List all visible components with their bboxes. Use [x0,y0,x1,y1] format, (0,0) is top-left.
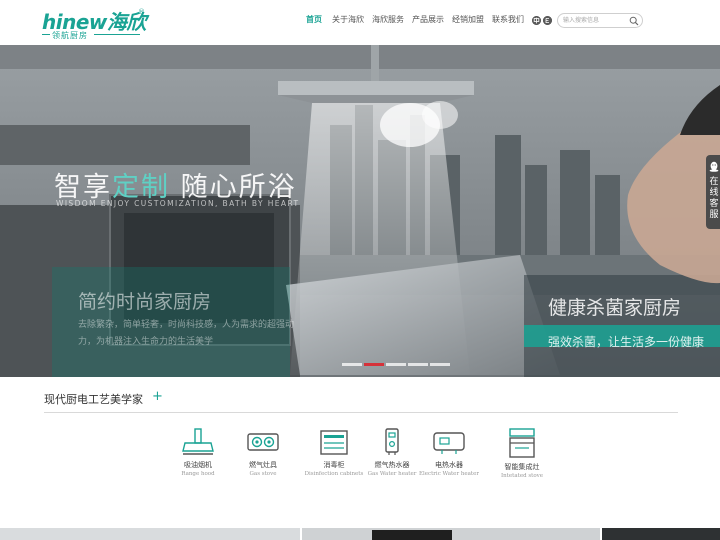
slider-dot-5[interactable] [430,363,450,366]
hero-left-title: 简约时尚家厨房 [78,291,212,313]
logo-rule-right [94,34,140,35]
integrated-stove-icon [509,428,535,458]
logo-tagline: 领航厨房 [52,31,88,40]
nav-item-contact[interactable]: 联系我们 [492,14,524,25]
search-box [557,13,643,28]
electric-water-heater-icon [433,432,465,454]
homepage: hinew海欣 ® 领航厨房 首页 关于海欣 海欣服务 产品展示 经销加盟 联系… [0,0,720,540]
slider-dot-2[interactable] [364,363,384,366]
nav-item-dealers[interactable]: 经销加盟 [452,14,484,25]
gas-stove-icon [247,433,279,451]
brand-logo[interactable]: hinew海欣 ® 领航厨房 [42,6,146,40]
category-cn-label: 燃气灶具 [249,461,277,469]
category-cn-label: 吸油烟机 [184,461,212,469]
category-range-hood[interactable]: 吸油烟机 Range hood [163,428,233,488]
search-input[interactable] [563,15,627,26]
product-showcase-strip [0,528,720,540]
gas-water-heater-icon [385,428,399,455]
section-divider [44,412,678,413]
nav-item-service[interactable]: 海欣服务 [372,14,404,25]
category-en-label: Range hood [181,471,215,477]
category-integrated-stove[interactable]: 智能集成灶 Intetated stove [487,428,557,488]
slider-dot-1[interactable] [342,363,362,366]
site-header: hinew海欣 ® 领航厨房 首页 关于海欣 海欣服务 产品展示 经销加盟 联系… [0,0,720,45]
search-icon[interactable] [629,16,639,26]
hero-left-text: 去除繁杂，简单轻奢，时尚科技感，人为需求的超强动力，为机器注入生命力的生活美学 [78,320,295,347]
chinese-language-icon[interactable] [532,16,541,25]
qq-penguin-icon [709,161,719,172]
hero-right-subtitle: 强效杀菌，让生活多一份健康 [548,335,705,349]
nav-item-home[interactable]: 首页 [306,14,322,25]
online-service-label: 在线客服 [709,177,719,220]
slider-dot-4[interactable] [408,363,428,366]
category-cn-label: 电热水器 [435,461,463,469]
nav-item-about[interactable]: 关于海欣 [332,14,364,25]
hero-right-title: 健康杀菌家厨房 [548,297,682,319]
range-hood-icon [182,428,214,455]
hero-main-subtitle: WISDOM ENJOY CUSTOMIZATION, BATH BY HEAR… [56,199,300,208]
category-electric-water-heater[interactable]: 电热水器 Electric Water heater [414,428,484,488]
category-cn-label: 智能集成灶 [504,463,540,471]
section-more-link[interactable]: + [152,389,163,404]
category-gas-stove[interactable]: 燃气灶具 Gas stove [228,428,298,488]
category-en-label: Intetated stove [500,473,544,479]
disinfection-cabinet-icon [320,430,348,455]
online-service-button[interactable]: 在线客服 [706,155,720,229]
section-title: 现代厨电工艺美学家 [44,393,143,406]
logo-rule-left [42,34,50,35]
registered-mark: ® [138,8,145,16]
category-en-label: Gas stove [249,471,277,477]
slider-dot-3[interactable] [386,363,406,366]
english-language-icon[interactable] [543,16,552,25]
hero-banner[interactable]: 智享定制 随心所浴 WISDOM ENJOY CUSTOMIZATION, BA… [0,45,720,377]
nav-item-products[interactable]: 产品展示 [412,14,444,25]
category-en-label: Electric Water heater [418,471,479,477]
